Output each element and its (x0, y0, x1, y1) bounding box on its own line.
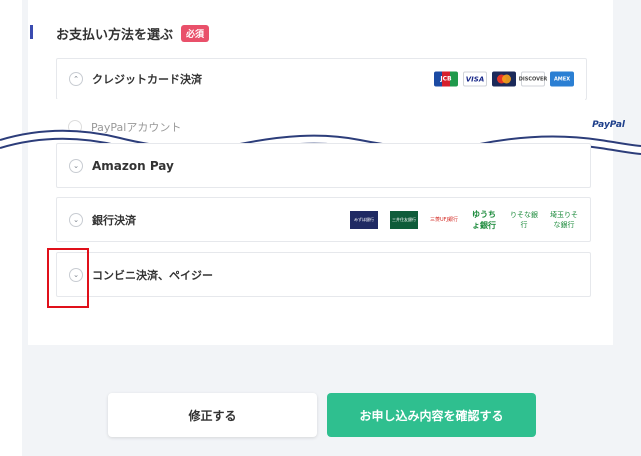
chevron-down-icon[interactable]: ⌄ (69, 158, 83, 173)
option-label-credit: クレジットカード決済 (92, 73, 202, 86)
jcb-logo: JCB (434, 71, 458, 87)
mastercard-logo (492, 71, 516, 87)
saitama-resona-logo: 埼玉りそな銀行 (550, 210, 578, 229)
yucho-logo: ゆうちょ銀行 (472, 209, 496, 230)
confirm-button[interactable]: お申し込み内容を確認する (327, 393, 536, 437)
payment-option-bank[interactable]: ⌄ 銀行決済 みずほ銀行 三井住友銀行 三菱UFJ銀行 ゆうちょ銀行 りそな銀行… (56, 197, 591, 242)
chevron-down-icon[interactable]: ⌄ (69, 212, 83, 227)
amex-logo: AMEX (550, 71, 574, 87)
resona-logo: りそな銀行 (510, 210, 538, 229)
smbc-logo: 三井住友銀行 (390, 210, 418, 229)
required-badge: 必須 (181, 25, 210, 42)
section-title-text: お支払い方法を選ぶ (56, 28, 174, 43)
chevron-up-icon[interactable]: ⌃ (69, 72, 83, 86)
credit-card-logos: JCB VISA DISCOVER AMEX (434, 71, 574, 87)
discover-logo: DISCOVER (519, 71, 547, 87)
option-label-convenience: コンビニ決済、ペイジー (92, 268, 213, 282)
option-label-amazon: Amazon Pay (92, 158, 174, 173)
visa-logo: VISA (463, 71, 487, 87)
back-button[interactable]: 修正する (108, 393, 317, 437)
option-label-bank: 銀行決済 (92, 213, 136, 227)
left-strip (0, 0, 22, 456)
mizuho-logo: みずほ銀行 (350, 210, 378, 229)
section-title: お支払い方法を選ぶ 必須 (56, 24, 210, 43)
mufg-logo: 三菱UFJ銀行 (430, 217, 459, 223)
bank-logos: みずほ銀行 三井住友銀行 三菱UFJ銀行 ゆうちょ銀行 りそな銀行 埼玉りそな銀… (350, 209, 578, 230)
payment-page: お支払い方法を選ぶ 必須 ⌃ クレジットカード決済 JCB VISA DISCO… (0, 0, 641, 456)
highlight-box (47, 248, 89, 308)
payment-option-convenience[interactable]: ⌄ コンビニ決済、ペイジー (56, 252, 591, 297)
section-marker (30, 25, 33, 39)
payment-option-credit[interactable]: ⌃ クレジットカード決済 JCB VISA DISCOVER AMEX (56, 58, 587, 100)
payment-option-amazon[interactable]: ⌄ Amazon Pay (56, 143, 591, 188)
